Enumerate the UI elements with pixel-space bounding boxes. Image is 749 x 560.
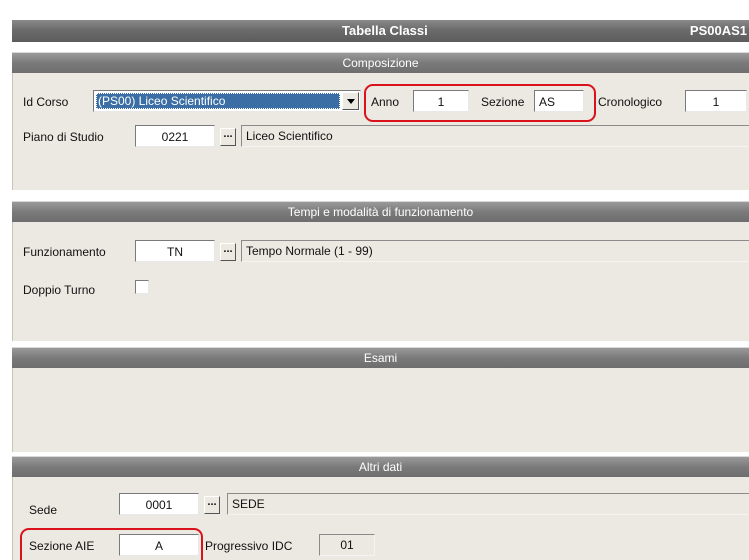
- funzionamento-lookup-button[interactable]: ...: [220, 243, 236, 261]
- progressivo-idc-value: 01: [319, 534, 375, 556]
- sede-code-input[interactable]: 0001: [119, 493, 199, 515]
- cronologico-label: Cronologico: [598, 95, 663, 109]
- sede-lookup-button[interactable]: ...: [204, 496, 220, 514]
- panel-composizione: Id Corso (PS00) Liceo Scientifico Anno 1…: [12, 73, 749, 190]
- piano-studio-label: Piano di Studio: [23, 130, 104, 144]
- panel-altri-dati: Sede 0001 ... SEDE Sezione AIE A Progres…: [12, 477, 749, 560]
- piano-studio-lookup-button[interactable]: ...: [220, 128, 236, 146]
- sezione-input[interactable]: AS: [534, 90, 584, 112]
- sede-description: SEDE: [227, 493, 749, 515]
- piano-studio-code-input[interactable]: 0221: [135, 125, 215, 147]
- window-title: Tabella Classi: [342, 23, 428, 38]
- cronologico-input[interactable]: 1: [685, 90, 747, 112]
- sezione-label: Sezione: [481, 95, 525, 109]
- sede-label: Sede: [29, 503, 58, 517]
- section-header-esami: Esami: [12, 347, 749, 368]
- id-corso-select[interactable]: (PS00) Liceo Scientifico: [93, 90, 361, 112]
- anno-label: Anno: [371, 95, 400, 109]
- section-header-altri-dati: Altri dati: [12, 456, 749, 477]
- section-header-composizione: Composizione: [12, 52, 749, 73]
- anno-input[interactable]: 1: [413, 90, 469, 112]
- funzionamento-description: Tempo Normale (1 - 99): [241, 240, 749, 262]
- doppio-turno-checkbox[interactable]: [135, 280, 149, 294]
- window-title-bar: Tabella Classi PS00AS1: [12, 20, 749, 42]
- id-corso-label: Id Corso: [23, 95, 69, 109]
- sezione-aie-input[interactable]: A: [119, 534, 199, 556]
- id-corso-selected-value: (PS00) Liceo Scientifico: [96, 93, 340, 109]
- panel-tempi: Funzionamento TN ... Tempo Normale (1 - …: [12, 222, 749, 341]
- funzionamento-label: Funzionamento: [23, 245, 106, 259]
- funzionamento-code-input[interactable]: TN: [135, 240, 215, 262]
- piano-studio-description: Liceo Scientifico: [241, 125, 749, 147]
- doppio-turno-label: Doppio Turno: [23, 283, 96, 297]
- progressivo-idc-label: Progressivo IDC: [205, 539, 293, 553]
- chevron-down-icon[interactable]: [342, 92, 359, 110]
- panel-esami: [12, 368, 749, 452]
- sezione-aie-label: Sezione AIE: [29, 539, 95, 553]
- section-header-tempi: Tempi e modalità di funzionamento: [12, 201, 749, 222]
- form-code: PS00AS1: [689, 23, 747, 38]
